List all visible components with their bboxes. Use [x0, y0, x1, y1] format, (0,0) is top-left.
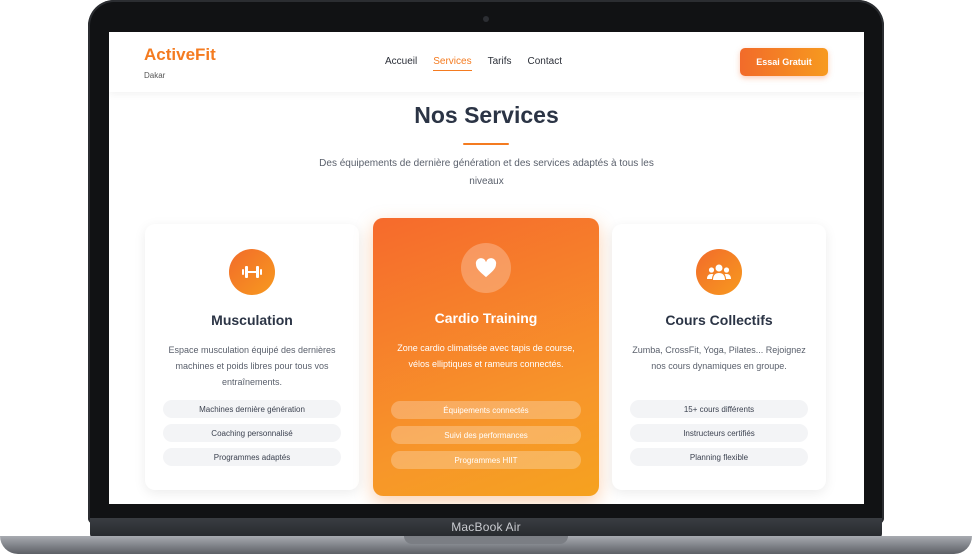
nav-tarifs[interactable]: Tarifs: [488, 56, 512, 71]
brand-logo[interactable]: ActiveFit: [144, 45, 216, 65]
group-icon: [696, 249, 742, 295]
card-description: Zumba, CrossFit, Yoga, Pilates... Rejoig…: [632, 345, 806, 371]
feature-pill: Programmes adaptés: [163, 448, 341, 466]
card-title: Cours Collectifs: [665, 312, 773, 328]
service-card-cardio[interactable]: Cardio Training Zone cardio climatisée a…: [373, 218, 599, 496]
free-trial-button[interactable]: Essai Gratuit: [740, 48, 828, 76]
dumbbell-icon: [229, 249, 275, 295]
feature-pill: Programmes HIIT: [391, 451, 581, 469]
service-card-musculation[interactable]: Musculation Espace musculation équipé de…: [145, 224, 359, 490]
main-nav: Accueil Services Tarifs Contact: [385, 56, 562, 71]
feature-pill: Équipements connectés: [391, 401, 581, 419]
nav-contact[interactable]: Contact: [528, 56, 562, 71]
card-description: Espace musculation équipé des dernières …: [168, 345, 336, 387]
service-card-cours-collectifs[interactable]: Cours Collectifs Zumba, CrossFit, Yoga, …: [612, 224, 826, 490]
feature-pill: Machines dernière génération: [163, 400, 341, 418]
title-underline: [463, 143, 509, 145]
brand-city: Dakar: [144, 71, 166, 80]
card-title: Cardio Training: [434, 310, 538, 326]
feature-pill: 15+ cours différents: [630, 400, 808, 418]
nav-accueil[interactable]: Accueil: [385, 56, 417, 71]
feature-pill: Planning flexible: [630, 448, 808, 466]
section-subtitle: Des équipements de dernière génération e…: [319, 158, 654, 187]
screen: ActiveFit Dakar Accueil Services Tarifs …: [109, 32, 864, 504]
laptop-notch: [404, 536, 568, 544]
feature-pill: Instructeurs certifiés: [630, 424, 808, 442]
feature-pill: Coaching personnalisé: [163, 424, 341, 442]
nav-services[interactable]: Services: [433, 56, 472, 71]
section-title: Nos Services: [414, 102, 559, 128]
heart-icon: [461, 243, 511, 293]
device-label: MacBook Air: [451, 520, 521, 534]
card-description: Zone cardio climatisée avec tapis de cou…: [397, 343, 575, 369]
site-header: ActiveFit Dakar Accueil Services Tarifs …: [109, 32, 864, 92]
feature-pill: Suivi des performances: [391, 426, 581, 444]
card-title: Musculation: [211, 312, 293, 328]
camera: [483, 16, 489, 22]
